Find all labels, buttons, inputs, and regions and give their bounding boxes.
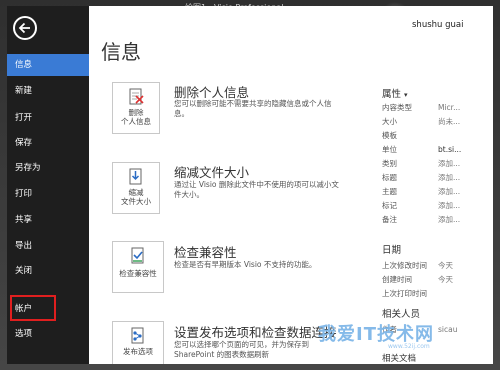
person-value[interactable]: sicau (438, 324, 457, 336)
tile-label: 缩减 (128, 188, 144, 197)
section-heading-compatibility: 检查兼容性 (174, 245, 237, 260)
check-compatibility-button[interactable]: 检查兼容性 (112, 241, 164, 293)
property-key: 模板 (382, 131, 397, 140)
property-value: Micr... (438, 103, 461, 112)
tile-label: 个人信息 (121, 117, 151, 126)
property-value: 尚未... (438, 117, 461, 126)
reduce-file-size-button[interactable]: 缩减 文件大小 (112, 162, 160, 214)
property-row[interactable]: 备注 添加... (382, 214, 486, 226)
property-value: bt.si... (438, 145, 462, 154)
date-value: 今天 (438, 275, 453, 284)
property-row[interactable]: 标题 添加... (382, 172, 486, 184)
date-value: 今天 (438, 261, 453, 270)
date-row: 上次打印时间 (382, 288, 486, 300)
properties-heading-label: 属性 (382, 89, 402, 100)
property-key: 单位 (382, 145, 397, 154)
dates-heading: 日期 (382, 245, 402, 256)
tile-label: 文件大小 (121, 197, 151, 206)
property-key: 标记 (382, 201, 397, 210)
date-row: 创建时间 今天 (382, 274, 486, 286)
property-value[interactable]: 添加... (438, 200, 460, 212)
related-docs-heading: 相关文档 (382, 354, 417, 364)
property-row: 模板 (382, 130, 486, 142)
property-row: 单位 bt.si... (382, 144, 486, 156)
property-key: 主题 (382, 187, 397, 196)
property-value[interactable]: 添加... (438, 158, 460, 170)
date-key: 创建时间 (382, 275, 412, 284)
property-key: 备注 (382, 215, 397, 224)
property-key: 大小 (382, 117, 397, 126)
publish-diagram-icon (129, 327, 147, 345)
sidebar-item-open[interactable]: 打开 (7, 107, 89, 129)
sidebar-item-export[interactable]: 导出 (7, 235, 89, 257)
back-button[interactable] (13, 16, 37, 40)
section-desc-compatibility: 检查是否有早期版本 Visio 不支持的功能。 (174, 260, 317, 269)
chevron-down-icon: ▾ (404, 91, 408, 99)
back-arrow-icon (18, 22, 30, 34)
date-key: 上次修改时间 (382, 261, 427, 270)
property-row[interactable]: 主题 添加... (382, 186, 486, 198)
backstage-sidebar: 信息 新建 打开 保存 另存为 打印 共享 导出 关闭 帐户 选项 (7, 6, 89, 364)
sidebar-item-save[interactable]: 保存 (7, 132, 89, 154)
publish-options-button[interactable]: 发布选项 (112, 321, 164, 364)
sidebar-item-print[interactable]: 打印 (7, 183, 89, 205)
compatibility-check-icon (129, 247, 147, 265)
section-desc-reduce-size: 通过让 Visio 删除此文件中不使用的项可以减小文件大小。 (174, 180, 339, 199)
property-row[interactable]: 标记 添加... (382, 200, 486, 212)
property-value[interactable]: 添加... (438, 214, 460, 226)
properties-heading[interactable]: 属性 ▾ (382, 86, 408, 100)
sidebar-item-share[interactable]: 共享 (7, 209, 89, 231)
section-heading-publish: 设置发布选项和检查数据连接 (174, 325, 337, 340)
related-people-heading: 相关人员 (382, 309, 421, 320)
property-key: 类别 (382, 159, 397, 168)
tile-label: 发布选项 (123, 347, 153, 356)
sidebar-item-new[interactable]: 新建 (7, 80, 89, 102)
compress-file-icon (127, 168, 145, 186)
document-delete-icon (127, 88, 145, 106)
property-key: 内容类型 (382, 103, 412, 112)
tile-label: 删除 (128, 108, 144, 117)
sidebar-item-info[interactable]: 信息 (7, 54, 89, 76)
sidebar-item-save-as[interactable]: 另存为 (7, 157, 89, 179)
backstage-window: 信息 新建 打开 保存 另存为 打印 共享 导出 关闭 帐户 选项 shushu… (7, 6, 493, 364)
property-row[interactable]: 类别 添加... (382, 158, 486, 170)
property-row: 内容类型 Micr... (382, 102, 486, 114)
site-watermark-url: www.52ij.com (388, 343, 430, 350)
sidebar-item-options[interactable]: 选项 (7, 323, 89, 345)
account-highlight-box (10, 295, 56, 321)
section-heading-reduce-size: 缩减文件大小 (174, 165, 250, 180)
property-value[interactable]: 添加... (438, 186, 460, 198)
date-key: 上次打印时间 (382, 289, 427, 298)
sidebar-item-close[interactable]: 关闭 (7, 260, 89, 282)
remove-personal-info-button[interactable]: 删除 个人信息 (112, 82, 160, 134)
property-row: 大小 尚未... (382, 116, 486, 128)
date-row: 上次修改时间 今天 (382, 260, 486, 272)
tile-label: 检查兼容性 (119, 269, 157, 278)
section-desc-remove-info: 您可以删除可能不需要共享的隐藏信息或个人信息。 (174, 99, 332, 118)
page-title: 信息 (101, 40, 141, 64)
property-value[interactable]: 添加... (438, 172, 460, 184)
property-key: 标题 (382, 173, 397, 182)
user-name[interactable]: shushu guai (412, 20, 463, 30)
